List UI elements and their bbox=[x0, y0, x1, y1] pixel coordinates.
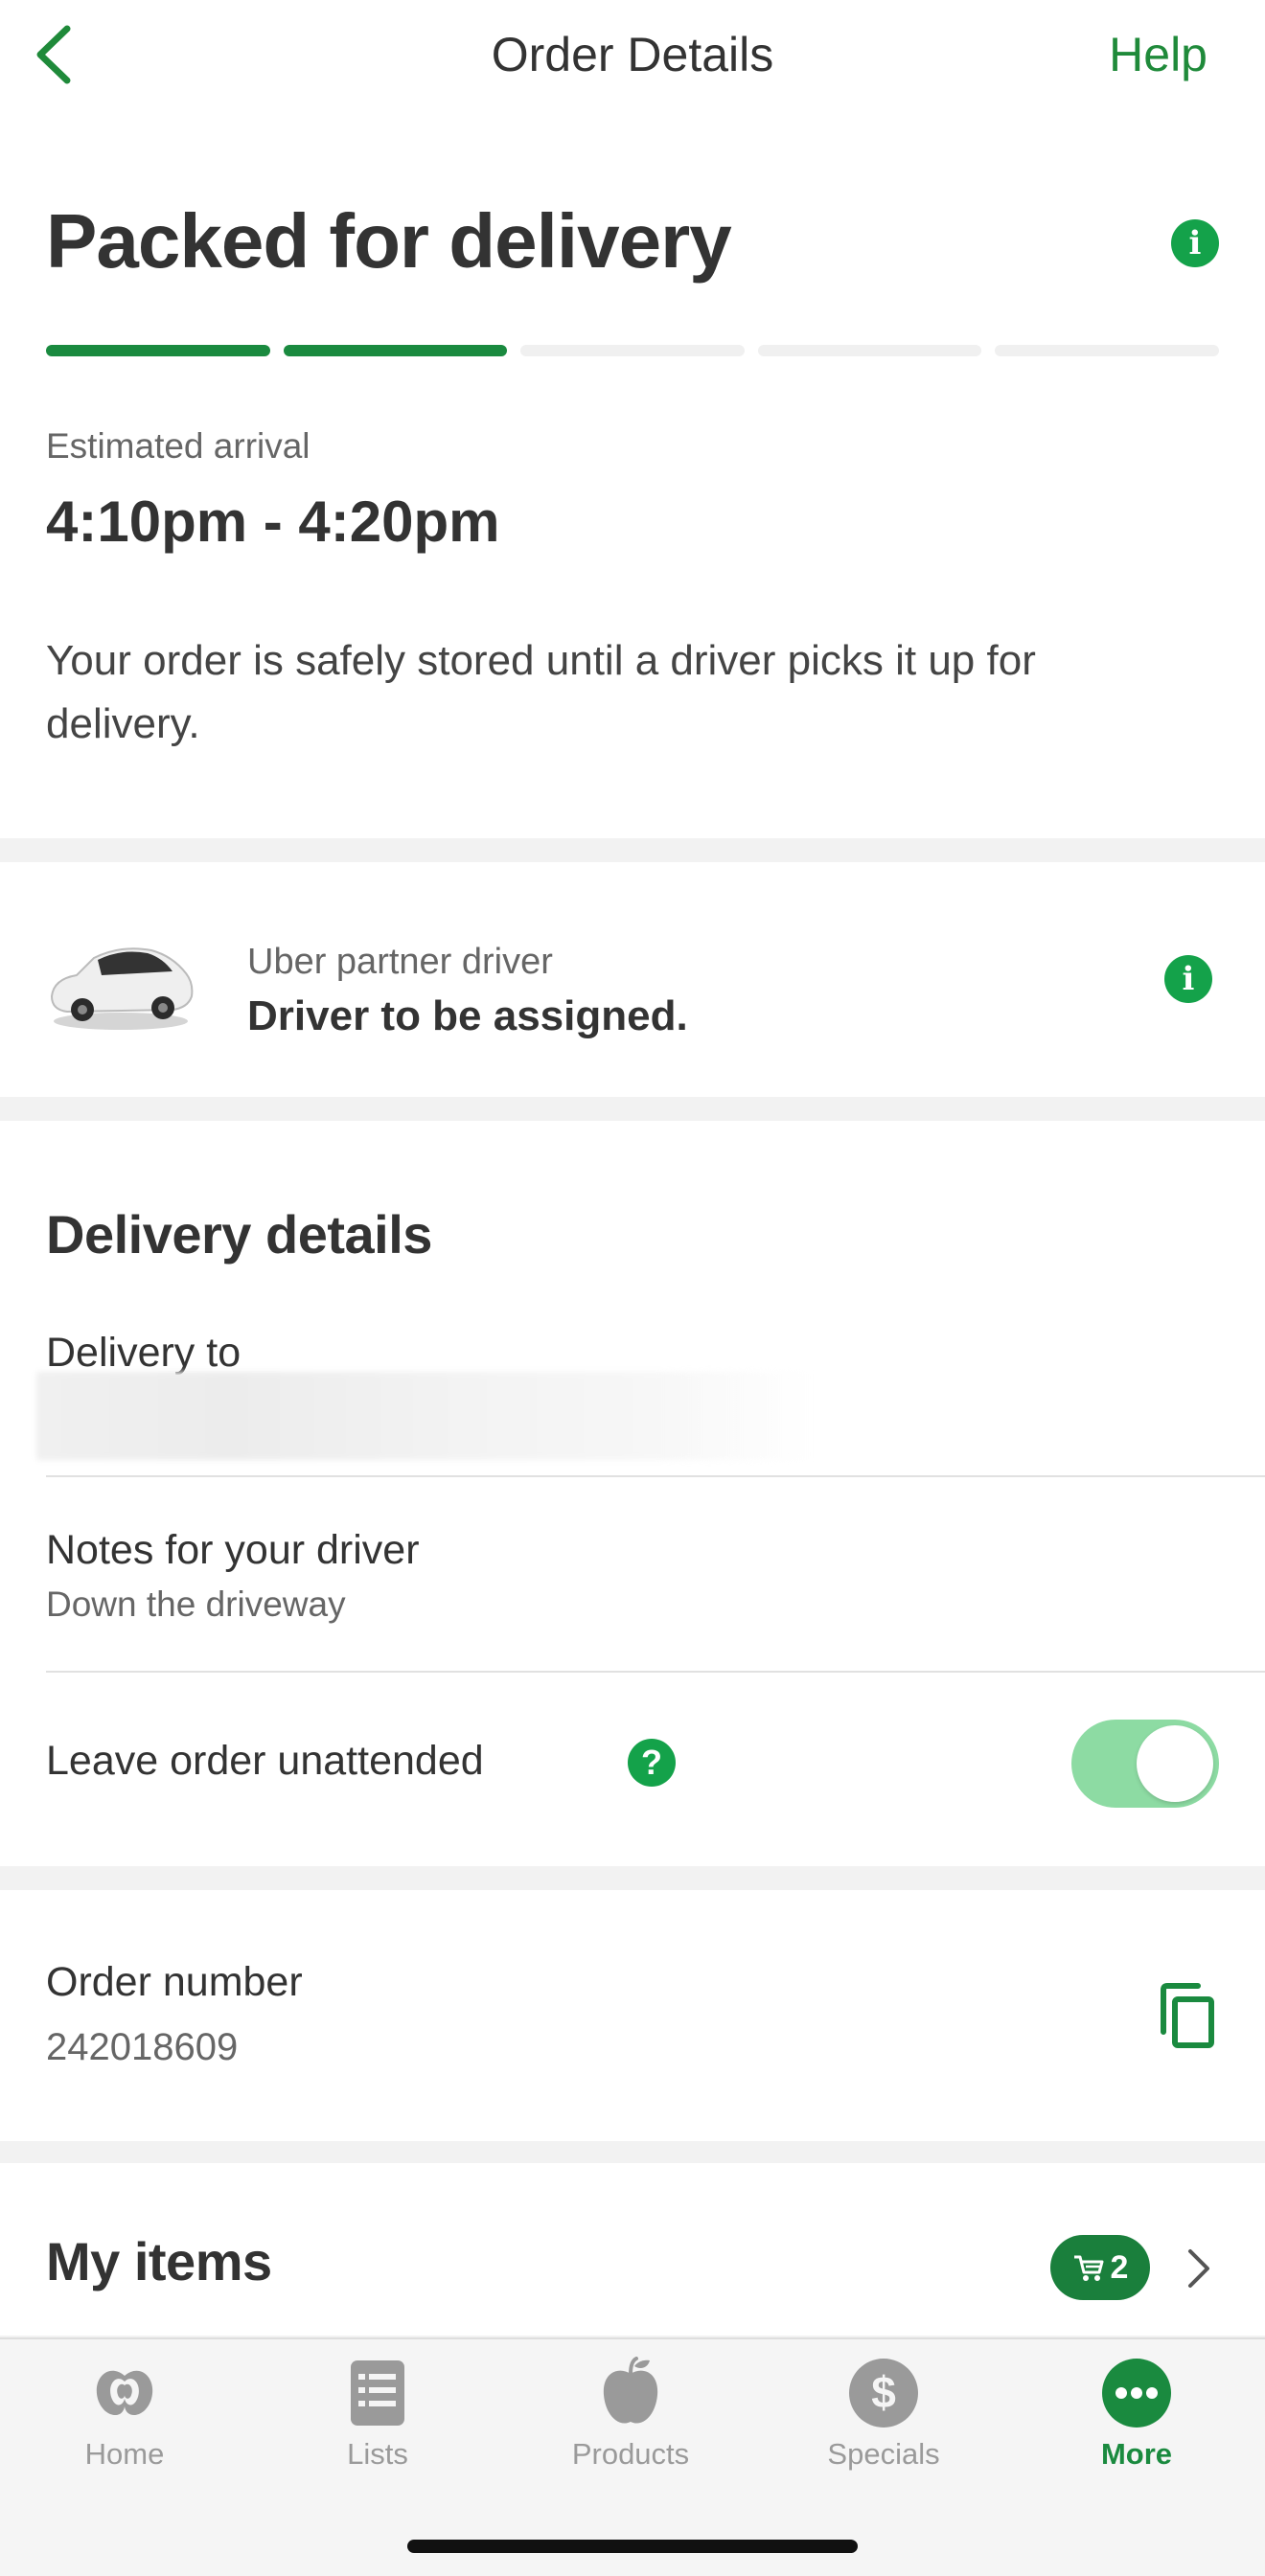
dollar-icon: $ bbox=[849, 2359, 918, 2428]
cart-count: 2 bbox=[1110, 2248, 1129, 2286]
driver-notes-value: Down the driveway bbox=[46, 1584, 346, 1624]
tab-lists[interactable]: Lists bbox=[282, 2357, 473, 2472]
eta-value: 4:10pm - 4:20pm bbox=[46, 490, 500, 554]
tab-label: Products bbox=[571, 2437, 690, 2471]
status-message: Your order is safely stored until a driv… bbox=[46, 637, 1036, 747]
more-dots-icon bbox=[1102, 2359, 1171, 2428]
tab-specials[interactable]: $ Specials bbox=[788, 2357, 979, 2472]
tab-home[interactable]: Home bbox=[29, 2357, 220, 2472]
driver-status: Driver to be assigned. bbox=[247, 992, 688, 1039]
leave-unattended-toggle[interactable] bbox=[1071, 1720, 1219, 1808]
status-title: Packed for delivery bbox=[46, 198, 732, 284]
progress-step bbox=[995, 345, 1219, 356]
copy-icon[interactable] bbox=[1156, 1982, 1217, 2051]
tab-label: Specials bbox=[827, 2437, 940, 2471]
home-indicator bbox=[407, 2540, 858, 2553]
my-items-title: My items bbox=[46, 2231, 272, 2291]
tab-label: Lists bbox=[347, 2437, 408, 2471]
driver-notes-label: Notes for your driver bbox=[46, 1527, 420, 1573]
woolworths-logo-icon bbox=[96, 2370, 153, 2416]
chevron-right-icon[interactable] bbox=[1184, 2247, 1213, 2290]
apple-icon bbox=[603, 2357, 658, 2424]
help-button[interactable]: Help bbox=[1109, 27, 1208, 82]
order-status-card: Packed for delivery i Estimated arrival … bbox=[0, 115, 1265, 838]
driver-card: Uber partner driver Driver to be assigne… bbox=[0, 862, 1265, 1097]
driver-info-icon[interactable]: i bbox=[1164, 955, 1212, 1003]
order-number-label: Order number bbox=[46, 1959, 303, 2005]
progress-step bbox=[757, 345, 982, 356]
order-number-card: Order number 242018609 bbox=[0, 1890, 1265, 2141]
tab-products[interactable]: Products bbox=[535, 2357, 726, 2472]
tab-label: More bbox=[1100, 2437, 1173, 2471]
list-icon bbox=[351, 2360, 404, 2426]
tab-label: Home bbox=[84, 2437, 165, 2471]
eta-label: Estimated arrival bbox=[46, 426, 310, 466]
car-icon bbox=[50, 947, 194, 1030]
divider bbox=[46, 1671, 1265, 1673]
page-title: Order Details bbox=[491, 28, 774, 81]
my-items-card[interactable]: My items 2 bbox=[0, 2163, 1265, 2336]
redacted-address bbox=[36, 1372, 813, 1460]
progress-step bbox=[520, 345, 745, 356]
order-number-value: 242018609 bbox=[46, 2026, 239, 2068]
toggle-knob bbox=[1137, 1725, 1213, 1802]
tab-more[interactable]: More bbox=[1041, 2357, 1232, 2472]
svg-text:$: $ bbox=[871, 2367, 896, 2417]
cart-count-badge: 2 bbox=[1050, 2235, 1150, 2300]
delivery-details-title: Delivery details bbox=[46, 1204, 432, 1265]
progress-tracker bbox=[46, 345, 1219, 356]
cart-icon bbox=[1073, 2255, 1104, 2281]
delivery-details-card: Delivery details Delivery to Notes for y… bbox=[0, 1121, 1265, 1866]
delivery-to-label: Delivery to bbox=[46, 1330, 242, 1376]
leave-unattended-label: Leave order unattended bbox=[46, 1738, 484, 1784]
driver-label: Uber partner driver bbox=[247, 942, 553, 982]
progress-step bbox=[46, 345, 270, 356]
question-help-icon[interactable]: ? bbox=[628, 1739, 676, 1787]
navigation-bar: Order Details Help bbox=[0, 0, 1265, 115]
progress-step bbox=[283, 345, 508, 356]
divider bbox=[46, 1475, 1265, 1477]
status-info-icon[interactable]: i bbox=[1171, 219, 1219, 267]
